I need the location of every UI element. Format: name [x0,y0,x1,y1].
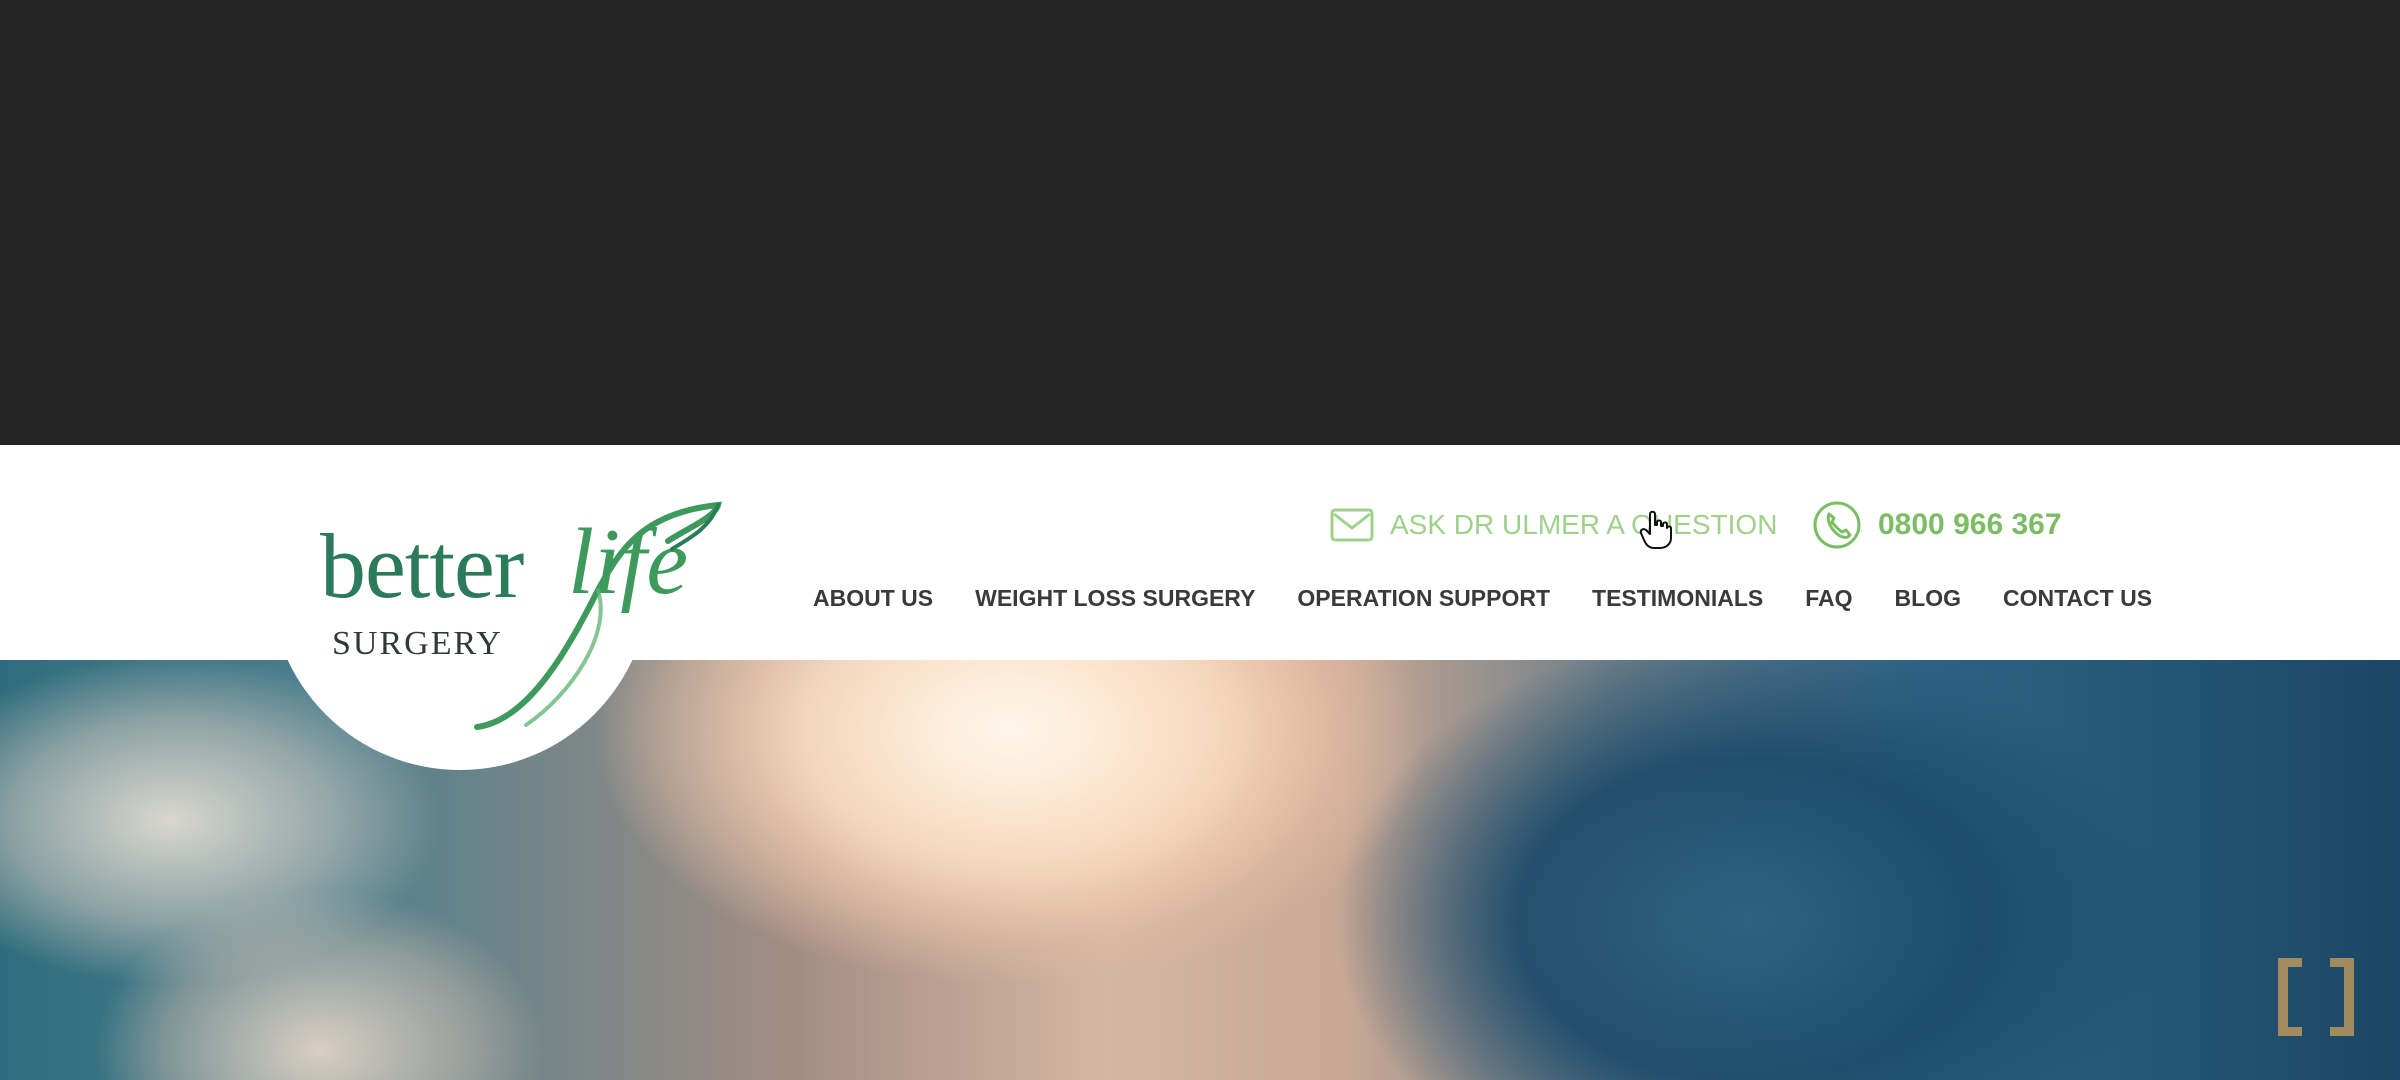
phone-number: 0800 966 367 [1878,508,2062,541]
envelope-icon [1330,508,1374,542]
nav-item-about-us[interactable]: ABOUT US [813,585,933,612]
dark-canvas-area [0,0,2400,445]
fullscreen-bracket-icon[interactable] [2275,957,2357,1037]
nav-item-weight-loss-surgery[interactable]: WEIGHT LOSS SURGERY [975,585,1255,612]
nav-item-operation-support[interactable]: OPERATION SUPPORT [1297,585,1550,612]
nav-item-blog[interactable]: BLOG [1895,585,1961,612]
hero-light-glow [690,660,1380,1080]
ask-question-label: ASK DR ULMER A QUESTION [1390,509,1778,540]
nav-item-contact-us[interactable]: CONTACT US [2003,585,2152,612]
ask-question-link[interactable]: ASK DR ULMER A QUESTION [1330,505,1777,545]
logo-text-better: better [320,515,524,617]
hand-pointer-cursor-icon [1638,510,1674,550]
logo-text-life: life [568,510,689,614]
nav-item-faq[interactable]: FAQ [1805,585,1852,612]
video-frame: better life SURGERY ASK DR ULMER A QUEST… [0,0,2400,1080]
main-navigation: ABOUT US WEIGHT LOSS SURGERY OPERATION S… [813,578,2152,618]
logo-text-surgery: SURGERY [332,625,503,662]
brand-logo[interactable]: better life SURGERY [320,495,740,730]
nav-item-testimonials[interactable]: TESTIMONIALS [1592,585,1763,612]
phone-icon [1812,500,1862,550]
phone-link[interactable]: 0800 966 367 [1812,500,2062,550]
